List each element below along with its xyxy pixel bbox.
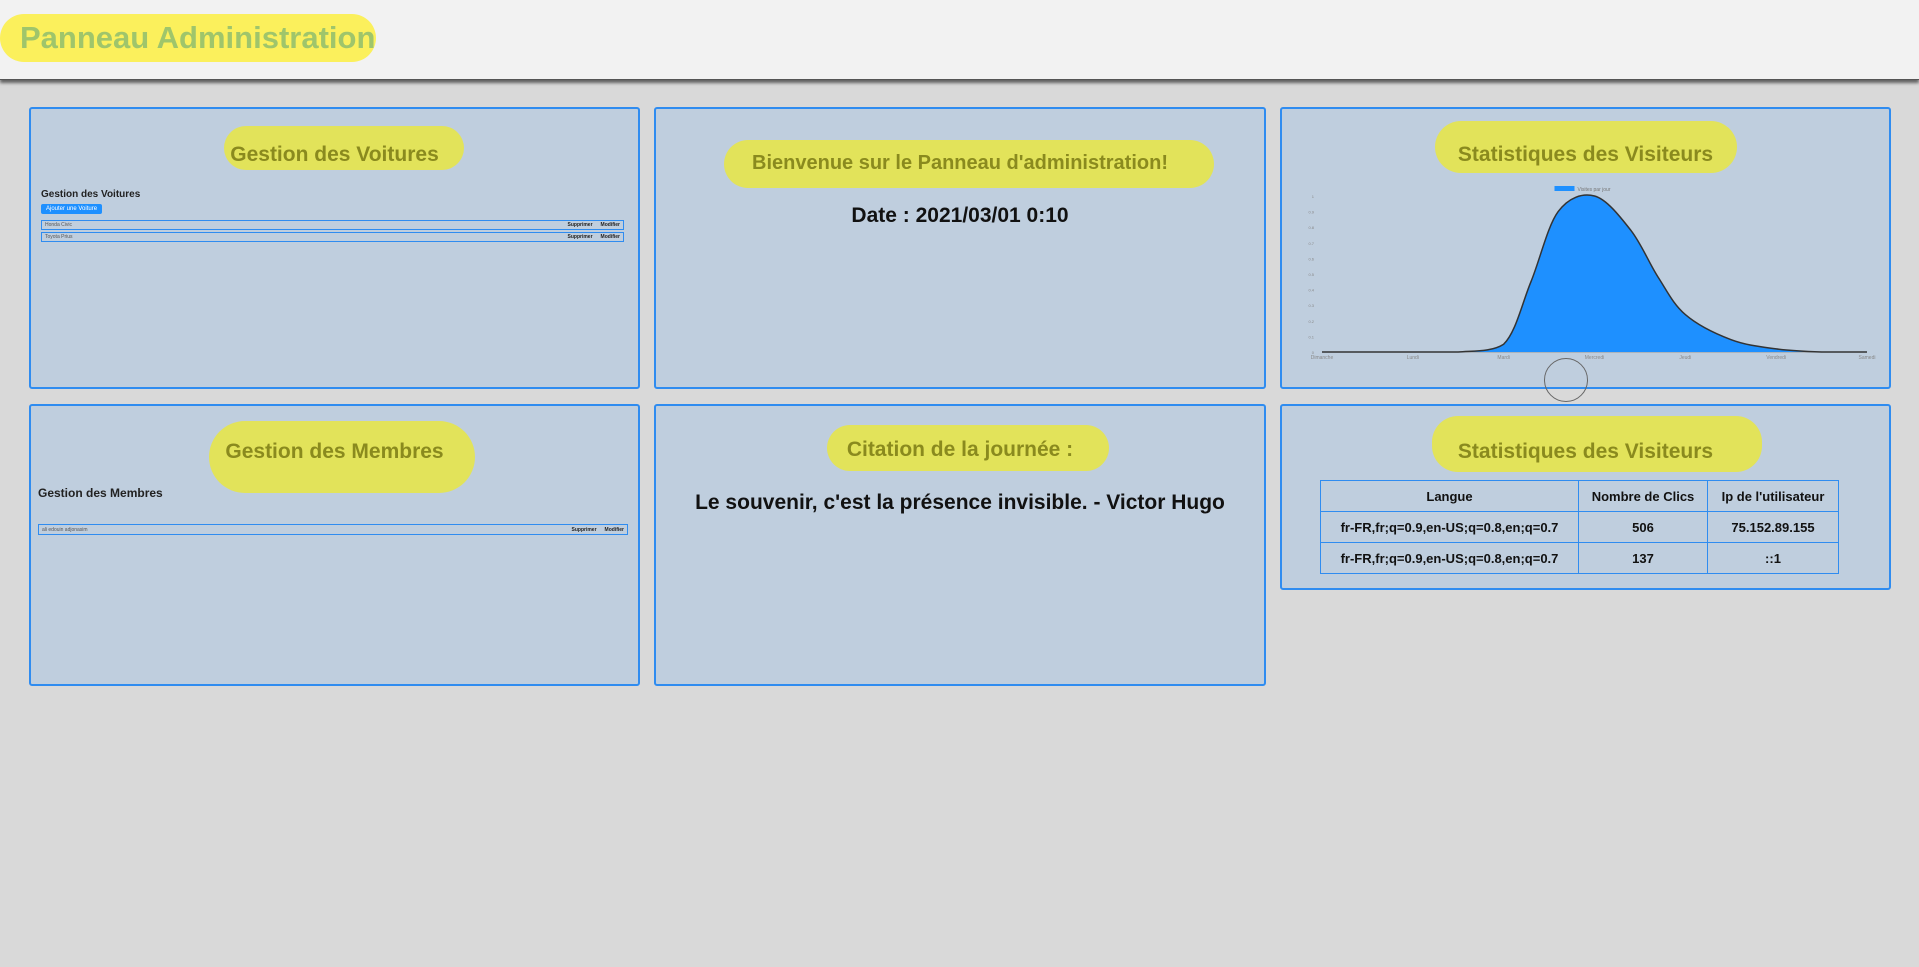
y-tick-label: 0.7 bbox=[1308, 241, 1314, 246]
date-text: Date : 2021/03/01 0:10 bbox=[851, 204, 1069, 227]
table-row: fr-FR,fr;q=0.9,en-US;q=0.8,en;q=0.7 137 … bbox=[1320, 542, 1839, 574]
x-tick-label: Vendredi bbox=[1766, 355, 1786, 361]
card-visitors-chart: Statistiques des Visiteurs 0 0.1 0.2 0.3 0.4… bbox=[1280, 107, 1891, 389]
delete-button[interactable]: Supprimer bbox=[568, 234, 593, 240]
mini-page-title: Gestion des Membres bbox=[38, 486, 163, 500]
list-item: Toyota Prius Supprimer Modifier bbox=[41, 232, 624, 242]
top-bar: Panneau Administration bbox=[0, 0, 1919, 80]
x-tick-label: Mercredi bbox=[1585, 355, 1604, 361]
list-item: ali edouin adjonasim Supprimer Modifier bbox=[38, 524, 628, 535]
card-voitures: Gestion des Voitures Gestion des Voiture… bbox=[29, 107, 640, 389]
x-tick-label: Lundi bbox=[1407, 355, 1419, 361]
column-header: Nombre de Clics bbox=[1578, 480, 1708, 512]
table-cell: 75.152.89.155 bbox=[1707, 511, 1839, 543]
page-title: Panneau Administration bbox=[20, 20, 376, 55]
y-tick-label: 0.5 bbox=[1308, 272, 1314, 277]
y-tick-label: 0.2 bbox=[1308, 319, 1314, 324]
member-name: ali edouin adjonasim bbox=[42, 526, 88, 533]
car-name: Honda Civic bbox=[45, 222, 72, 228]
column-header: Ip de l'utilisateur bbox=[1707, 480, 1839, 512]
add-car-button[interactable]: Ajouter une Voiture bbox=[41, 204, 103, 214]
mouse-cursor-indicator bbox=[1544, 358, 1588, 402]
card-visitors-table: Statistiques des Visiteurs Langue Nombre… bbox=[1280, 404, 1891, 590]
table-cell: ::1 bbox=[1707, 542, 1839, 574]
card-title: Bienvenue sur le Panneau d'administratio… bbox=[752, 152, 1168, 174]
y-tick-label: 0.8 bbox=[1308, 225, 1314, 230]
card-title: Gestion des Voitures bbox=[230, 143, 439, 166]
y-tick-label: 0.9 bbox=[1308, 210, 1314, 215]
visitors-table: Langue Nombre de Clics Ip de l'utilisate… bbox=[1320, 480, 1839, 574]
table-row: fr-FR,fr;q=0.9,en-US;q=0.8,en;q=0.7 506 … bbox=[1320, 511, 1839, 543]
x-tick-label: Jeudi bbox=[1679, 355, 1691, 361]
series-area bbox=[1322, 195, 1867, 352]
visitors-chart: 00.10.20.30.40.50.60.70.80.91Dimanche Lun… bbox=[1308, 186, 1876, 361]
table-cell: fr-FR,fr;q=0.9,en-US;q=0.8,en;q=0.7 bbox=[1320, 542, 1579, 574]
y-tick-label: 0.4 bbox=[1308, 288, 1314, 293]
y-tick-label: 0.1 bbox=[1308, 334, 1314, 339]
quote-text: Le souvenir, c'est la présence invisible… bbox=[695, 491, 1225, 514]
card-title: Statistiques des Visiteurs bbox=[1457, 440, 1714, 463]
table-header-row: Langue Nombre de Clics Ip de l'utilisate… bbox=[1320, 480, 1839, 512]
table-cell: 506 bbox=[1578, 511, 1708, 543]
edit-button[interactable]: Modifier bbox=[601, 222, 620, 228]
legend-label: Visites par jour bbox=[1578, 187, 1611, 193]
car-name: Toyota Prius bbox=[45, 234, 73, 240]
x-tick-label: Dimanche bbox=[1311, 355, 1334, 361]
x-tick-label: Mardi bbox=[1497, 355, 1510, 361]
edit-button[interactable]: Modifier bbox=[605, 527, 624, 533]
delete-button[interactable]: Supprimer bbox=[572, 527, 597, 533]
x-tick-label: Samedi bbox=[1859, 355, 1876, 361]
legend-swatch bbox=[1554, 186, 1575, 191]
delete-button[interactable]: Supprimer bbox=[568, 222, 593, 228]
y-tick-label: 0.3 bbox=[1308, 303, 1314, 308]
mini-page-title: Gestion des Voitures bbox=[41, 189, 141, 200]
table-cell: fr-FR,fr;q=0.9,en-US;q=0.8,en;q=0.7 bbox=[1320, 511, 1579, 543]
table-cell: 137 bbox=[1578, 542, 1708, 574]
card-membres: Gestion des Membres Gestion des Membres … bbox=[29, 404, 640, 686]
list-item: Honda Civic Supprimer Modifier bbox=[41, 220, 624, 230]
column-header: Langue bbox=[1320, 480, 1579, 512]
card-title: Statistiques des Visiteurs bbox=[1457, 143, 1714, 166]
y-tick-label: 1 bbox=[1312, 194, 1315, 199]
card-title: Citation de la journée : bbox=[846, 438, 1074, 461]
edit-button[interactable]: Modifier bbox=[601, 234, 620, 240]
card-welcome: Bienvenue sur le Panneau d'administratio… bbox=[654, 107, 1266, 389]
y-tick-label: 0.6 bbox=[1308, 256, 1314, 261]
card-title: Gestion des Membres bbox=[225, 440, 444, 463]
card-quote: Citation de la journée : Le souvenir, c'… bbox=[654, 404, 1266, 686]
